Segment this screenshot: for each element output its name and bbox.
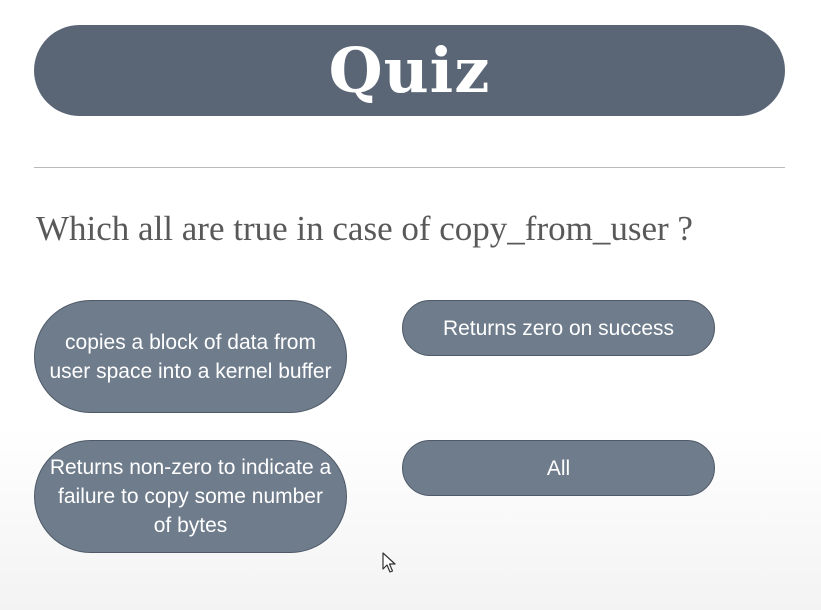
- option-label: Returns zero on success: [442, 316, 675, 340]
- option-label: copies a block of data from user space i…: [49, 330, 332, 383]
- option-label: Returns non-zero to indicate a failure t…: [49, 456, 332, 537]
- option-all[interactable]: All: [402, 440, 715, 496]
- slide-title: Quiz: [328, 33, 491, 107]
- option-returns-non-zero[interactable]: Returns non-zero to indicate a failure t…: [34, 440, 347, 553]
- mouse-pointer-icon: [382, 552, 396, 573]
- option-copies-block[interactable]: copies a block of data from user space i…: [34, 300, 347, 413]
- option-returns-zero[interactable]: Returns zero on success: [402, 300, 715, 356]
- divider: [34, 167, 785, 168]
- question-text: Which all are true in case of copy_from_…: [36, 209, 693, 248]
- title-banner: Quiz: [34, 25, 785, 116]
- option-label: All: [546, 456, 571, 480]
